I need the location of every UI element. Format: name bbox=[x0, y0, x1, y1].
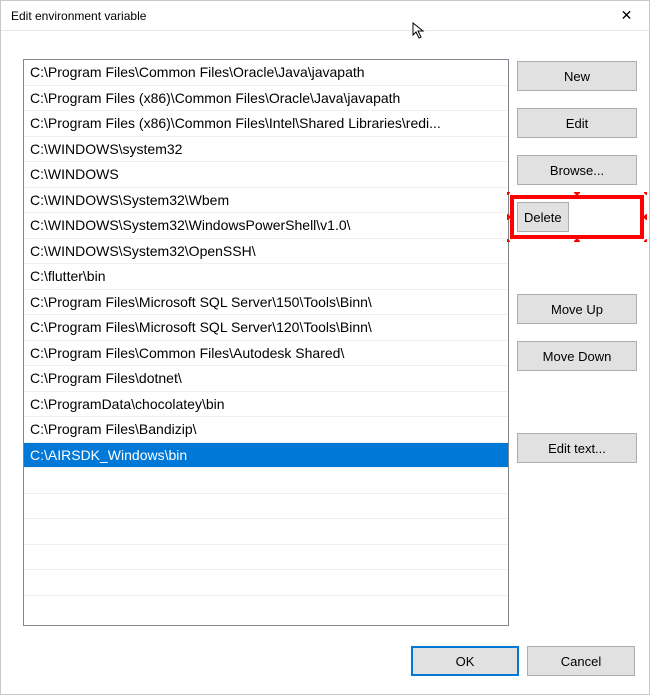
list-item[interactable]: C:\WINDOWS\System32\OpenSSH\ bbox=[24, 239, 508, 265]
list-item[interactable]: C:\WINDOWS\system32 bbox=[24, 137, 508, 163]
list-item[interactable]: C:\Program Files\Common Files\Autodesk S… bbox=[24, 341, 508, 367]
delete-highlight: Delete bbox=[517, 202, 637, 232]
edit-env-var-dialog: Edit environment variable ✕ C:\Program F… bbox=[0, 0, 650, 695]
list-item[interactable]: C:\Program Files\Bandizip\ bbox=[24, 417, 508, 443]
edit-button[interactable]: Edit bbox=[517, 108, 637, 138]
dialog-title: Edit environment variable bbox=[11, 9, 604, 23]
list-item[interactable] bbox=[24, 519, 508, 545]
list-item[interactable] bbox=[24, 545, 508, 571]
ok-button[interactable]: OK bbox=[411, 646, 519, 676]
list-item[interactable]: C:\ProgramData\chocolatey\bin bbox=[24, 392, 508, 418]
close-icon: ✕ bbox=[621, 7, 633, 24]
list-item[interactable]: C:\WINDOWS\System32\Wbem bbox=[24, 188, 508, 214]
path-listbox[interactable]: C:\Program Files\Common Files\Oracle\Jav… bbox=[23, 59, 509, 626]
edit-text-button[interactable]: Edit text... bbox=[517, 433, 637, 463]
list-item[interactable]: C:\WINDOWS\System32\WindowsPowerShell\v1… bbox=[24, 213, 508, 239]
list-item[interactable]: C:\AIRSDK_Windows\bin bbox=[24, 443, 508, 469]
list-item[interactable]: C:\Program Files\Microsoft SQL Server\15… bbox=[24, 290, 508, 316]
dialog-content: C:\Program Files\Common Files\Oracle\Jav… bbox=[1, 31, 649, 634]
new-button[interactable]: New bbox=[517, 61, 637, 91]
list-item[interactable]: C:\Program Files\Common Files\Oracle\Jav… bbox=[24, 60, 508, 86]
move-up-button[interactable]: Move Up bbox=[517, 294, 637, 324]
list-item[interactable]: C:\Program Files (x86)\Common Files\Orac… bbox=[24, 86, 508, 112]
close-button[interactable]: ✕ bbox=[604, 1, 649, 31]
list-item[interactable]: C:\flutter\bin bbox=[24, 264, 508, 290]
list-item[interactable] bbox=[24, 468, 508, 494]
list-item[interactable]: C:\Program Files (x86)\Common Files\Inte… bbox=[24, 111, 508, 137]
list-item[interactable]: C:\WINDOWS bbox=[24, 162, 508, 188]
side-button-panel: New Edit Browse... Delete Move Up Move D… bbox=[517, 59, 637, 626]
move-down-button[interactable]: Move Down bbox=[517, 341, 637, 371]
list-item[interactable] bbox=[24, 494, 508, 520]
titlebar: Edit environment variable ✕ bbox=[1, 1, 649, 31]
list-item[interactable]: C:\Program Files\Microsoft SQL Server\12… bbox=[24, 315, 508, 341]
delete-button[interactable]: Delete bbox=[517, 202, 569, 232]
dialog-footer: OK Cancel bbox=[1, 634, 649, 694]
list-item[interactable]: C:\Program Files\dotnet\ bbox=[24, 366, 508, 392]
browse-button[interactable]: Browse... bbox=[517, 155, 637, 185]
cancel-button[interactable]: Cancel bbox=[527, 646, 635, 676]
list-item[interactable] bbox=[24, 570, 508, 596]
